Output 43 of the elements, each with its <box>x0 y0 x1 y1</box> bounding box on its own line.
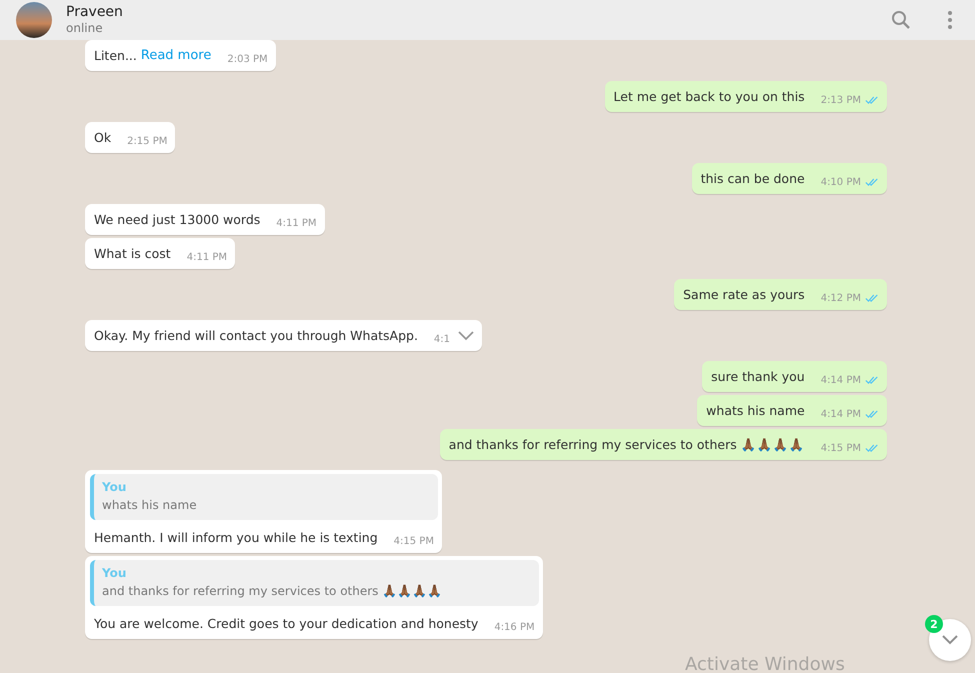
message-time: 4:15 PM <box>394 536 434 548</box>
quote-text: and thanks for referring my services to others 🙏🏾🙏🏾🙏🏾🙏🏾 <box>102 584 444 598</box>
message-time: 4:11 PM <box>186 252 228 264</box>
quote-text: whats his name <box>102 498 198 512</box>
message-time: 4:1 <box>434 334 450 346</box>
message-time: 4:10 PM <box>820 177 861 189</box>
activation-notice: Activate Windows <box>685 654 845 673</box>
message-text: Liten... <box>94 47 137 65</box>
message-text: and thanks for referring my services to others 🙏🏾🙏🏾🙏🏾🙏🏾 <box>448 436 805 454</box>
message-text: Let me get back to you on this <box>614 88 805 106</box>
message-time: 4:16 PM <box>494 622 535 634</box>
message-text: We need just 13000 words <box>94 211 260 229</box>
message-time: 4:15 PM <box>820 443 861 455</box>
message-time: 2:15 PM <box>127 136 168 148</box>
message-text: Same rate as yours <box>683 286 805 304</box>
message-text: Ok <box>94 129 112 147</box>
message-text: whats his name <box>706 402 805 420</box>
message-time: 4:12 PM <box>820 293 861 305</box>
message-text: You are welcome. Credit goes to your dedication and honesty <box>94 615 478 633</box>
contact-avatar[interactable] <box>16 2 52 38</box>
search-icon[interactable] <box>891 10 911 30</box>
quoted-message[interactable]: You and thanks for referring my services to others 🙏🏾🙏🏾🙏🏾🙏🏾 <box>90 560 539 606</box>
message-text: What is cost <box>94 245 171 263</box>
menu-icon[interactable] <box>947 10 953 30</box>
message-time: 4:14 PM <box>820 375 861 387</box>
contact-status: online <box>66 21 104 36</box>
unread-count-badge: 2 <box>925 615 943 633</box>
message-time: 4:11 PM <box>276 218 317 230</box>
read-more-link[interactable]: Read more <box>140 46 212 65</box>
message-text: sure thank you <box>711 368 805 386</box>
message-time: 2:13 PM <box>820 95 861 107</box>
quoted-message[interactable]: You whats his name <box>90 474 438 520</box>
chevron-down-icon[interactable] <box>458 331 474 341</box>
message-time: 4:14 PM <box>820 409 861 421</box>
message-time: 2:03 PM <box>227 54 268 66</box>
quote-author: You <box>102 566 128 580</box>
message-text: Hemanth. I will inform you while he is texting <box>94 529 378 547</box>
chevron-down-icon <box>942 635 958 645</box>
contact-name: Praveen <box>66 4 124 21</box>
scroll-down-button[interactable] <box>929 619 971 661</box>
quote-author: You <box>102 480 128 494</box>
message-text: this can be done <box>700 170 805 188</box>
message-text: Okay. My friend will contact you through WhatsApp. <box>94 327 418 345</box>
